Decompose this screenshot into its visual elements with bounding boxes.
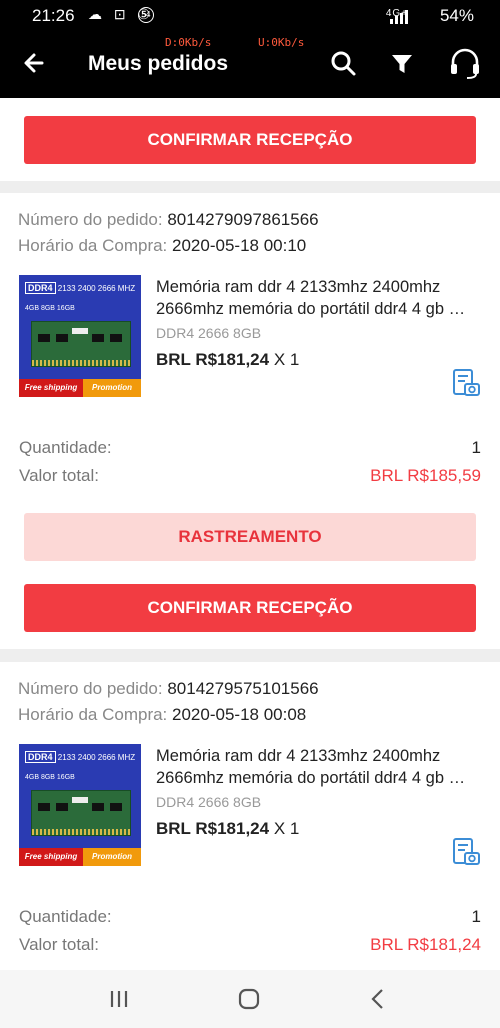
product-title-line2: 2666mhz memória do portátil ddr4 4 gb … — [156, 300, 466, 318]
tracking-button[interactable]: RASTREAMENTO — [24, 513, 476, 561]
total-row: Valor total: BRL R$185,59 — [19, 466, 481, 486]
purchase-time-row: Horário da Compra: 2020-05-18 00:08 — [18, 705, 306, 725]
product-title-line1: Memória ram ddr 4 2133mhz 2400mhz — [156, 278, 441, 296]
snapshot-icon[interactable] — [450, 836, 482, 868]
product-price-row: BRL R$181,24 X 1 — [156, 350, 299, 370]
order-number-label: Número do pedido: — [18, 210, 163, 229]
system-navigation-bar — [0, 970, 500, 1028]
promotion-ribbon: Promotion — [83, 848, 141, 866]
quantity-label: Quantidade: — [19, 438, 112, 457]
product-title-line1: Memória ram ddr 4 2133mhz 2400mhz — [156, 747, 441, 765]
product-variant: DDR4 2666 8GB — [156, 325, 262, 341]
previous-order-card: CONFIRMAR RECEPÇÃO — [0, 98, 500, 181]
thumb-ddr-badge: DDR4 — [25, 751, 56, 763]
total-label: Valor total: — [19, 935, 100, 954]
free-shipping-ribbon: Free shipping — [19, 848, 83, 866]
order-number-row: Número do pedido: 8014279575101566 — [18, 679, 319, 699]
product-title[interactable]: Memória ram ddr 4 2133mhz 2400mhz 2666mh… — [156, 276, 482, 320]
total-value: BRL R$181,24 — [370, 935, 481, 954]
thumb-speeds: 2133 2400 2666 MHZ — [57, 284, 136, 293]
product-variant: DDR4 2666 8GB — [156, 794, 262, 810]
signal-icon — [390, 10, 408, 24]
product-price-row: BRL R$181,24 X 1 — [156, 819, 299, 839]
free-shipping-ribbon: Free shipping — [19, 379, 83, 397]
product-quantity-suffix: X 1 — [273, 350, 300, 369]
page-title: Meus pedidos — [88, 52, 229, 75]
search-icon[interactable] — [328, 48, 360, 80]
status-bar: 21:26 ☁ ⊡ ⑤ 54 4G+ 54% — [0, 0, 500, 32]
total-row: Valor total: BRL R$181,24 — [19, 935, 481, 955]
order-number: 8014279575101566 — [167, 679, 319, 698]
order-number-label: Número do pedido: — [18, 679, 163, 698]
total-label: Valor total: — [19, 466, 100, 485]
battery-percent: 54% — [439, 6, 474, 25]
notification-count-badge: 54 — [138, 7, 154, 23]
quantity-label: Quantidade: — [19, 907, 112, 926]
back-arrow-icon[interactable] — [18, 46, 52, 80]
ram-stick-image — [31, 321, 131, 367]
thumb-sizes: 4GB 8GB 16GB — [25, 305, 75, 312]
purchase-time: 2020-05-18 00:10 — [172, 236, 307, 255]
product-price: BRL R$181,24 — [156, 350, 270, 369]
product-price: BRL R$181,24 — [156, 819, 270, 838]
quantity-row: Quantidade: 1 — [19, 438, 481, 458]
product-title[interactable]: Memória ram ddr 4 2133mhz 2400mhz 2666mh… — [156, 745, 482, 789]
product-title-line2: 2666mhz memória do portátil ddr4 4 gb … — [156, 769, 466, 787]
purchase-time: 2020-05-18 00:08 — [172, 705, 307, 724]
quantity-value: 1 — [471, 907, 481, 926]
ram-stick-image — [31, 790, 131, 836]
confirm-receipt-button[interactable]: CONFIRMAR RECEPÇÃO — [24, 116, 476, 164]
total-value: BRL R$185,59 — [370, 466, 481, 485]
snapshot-icon[interactable] — [450, 367, 482, 399]
filter-icon[interactable] — [386, 48, 418, 80]
headset-support-icon[interactable] — [448, 48, 480, 80]
back-nav-icon[interactable] — [359, 984, 399, 1014]
app-bar: Meus pedidos D:0Kb/s U:0Kb/s — [0, 32, 500, 98]
quantity-value: 1 — [471, 438, 481, 457]
recent-apps-icon[interactable] — [99, 984, 139, 1014]
order-card: Número do pedido: 8014279575101566 Horár… — [0, 662, 500, 970]
confirm-receipt-button[interactable]: CONFIRMAR RECEPÇÃO — [24, 584, 476, 632]
product-thumbnail[interactable]: DDR4 2133 2400 2666 MHZ 4GB 8GB 16GB Fre… — [19, 275, 141, 397]
order-number: 8014279097861566 — [167, 210, 319, 229]
order-number-row: Número do pedido: 8014279097861566 — [18, 210, 319, 230]
promotion-ribbon: Promotion — [83, 379, 141, 397]
thumb-ddr-badge: DDR4 — [25, 282, 56, 294]
purchase-time-label: Horário da Compra: — [18, 705, 168, 724]
status-time: 21:26 — [32, 6, 75, 25]
purchase-time-row: Horário da Compra: 2020-05-18 00:10 — [18, 236, 306, 256]
product-thumbnail[interactable]: DDR4 2133 2400 2666 MHZ 4GB 8GB 16GB Fre… — [19, 744, 141, 866]
upload-speed: U:0Kb/s — [258, 36, 305, 49]
quantity-row: Quantidade: 1 — [19, 907, 481, 927]
home-icon[interactable] — [229, 984, 269, 1014]
thumb-sizes: 4GB 8GB 16GB — [25, 774, 75, 781]
download-speed: D:0Kb/s — [165, 36, 212, 49]
order-card: Número do pedido: 8014279097861566 Horár… — [0, 193, 500, 649]
product-quantity-suffix: X 1 — [273, 819, 300, 838]
purchase-time-label: Horário da Compra: — [18, 236, 168, 255]
thumb-speeds: 2133 2400 2666 MHZ — [57, 753, 136, 762]
